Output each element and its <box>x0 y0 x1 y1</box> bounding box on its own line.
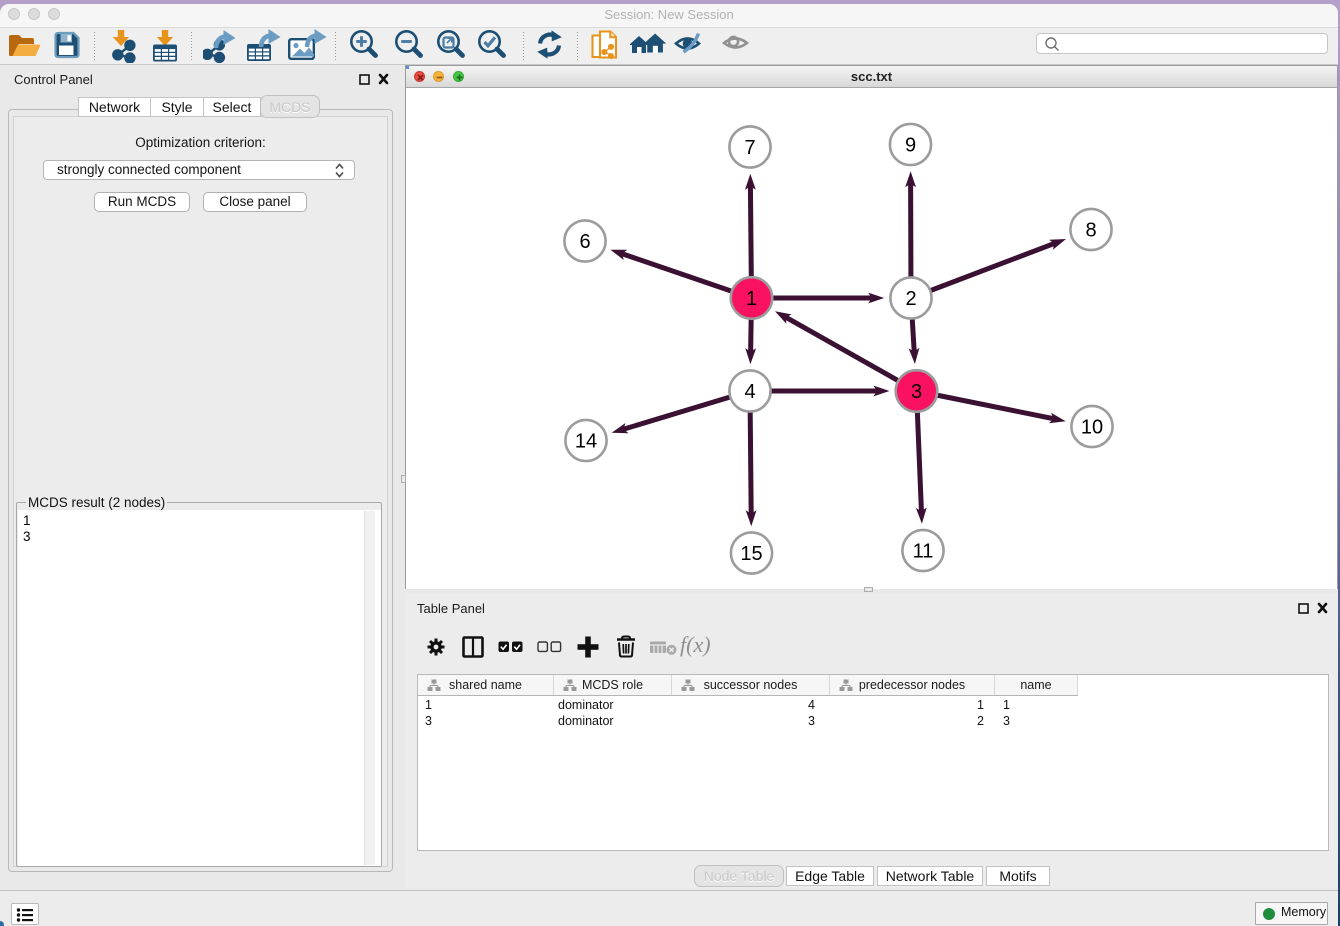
svg-text:15: 15 <box>740 543 762 565</box>
svg-text:1: 1 <box>746 288 757 310</box>
svg-text:14: 14 <box>575 431 597 453</box>
svg-text:10: 10 <box>1081 417 1103 439</box>
svg-text:4: 4 <box>744 381 755 403</box>
svg-text:7: 7 <box>744 137 755 159</box>
svg-text:9: 9 <box>905 135 916 157</box>
svg-text:f(x): f(x) <box>680 633 711 657</box>
svg-text:6: 6 <box>579 231 590 253</box>
svg-text:3: 3 <box>911 381 922 403</box>
svg-text:11: 11 <box>913 541 934 563</box>
svg-text:8: 8 <box>1085 220 1096 242</box>
svg-text:2: 2 <box>905 288 916 310</box>
